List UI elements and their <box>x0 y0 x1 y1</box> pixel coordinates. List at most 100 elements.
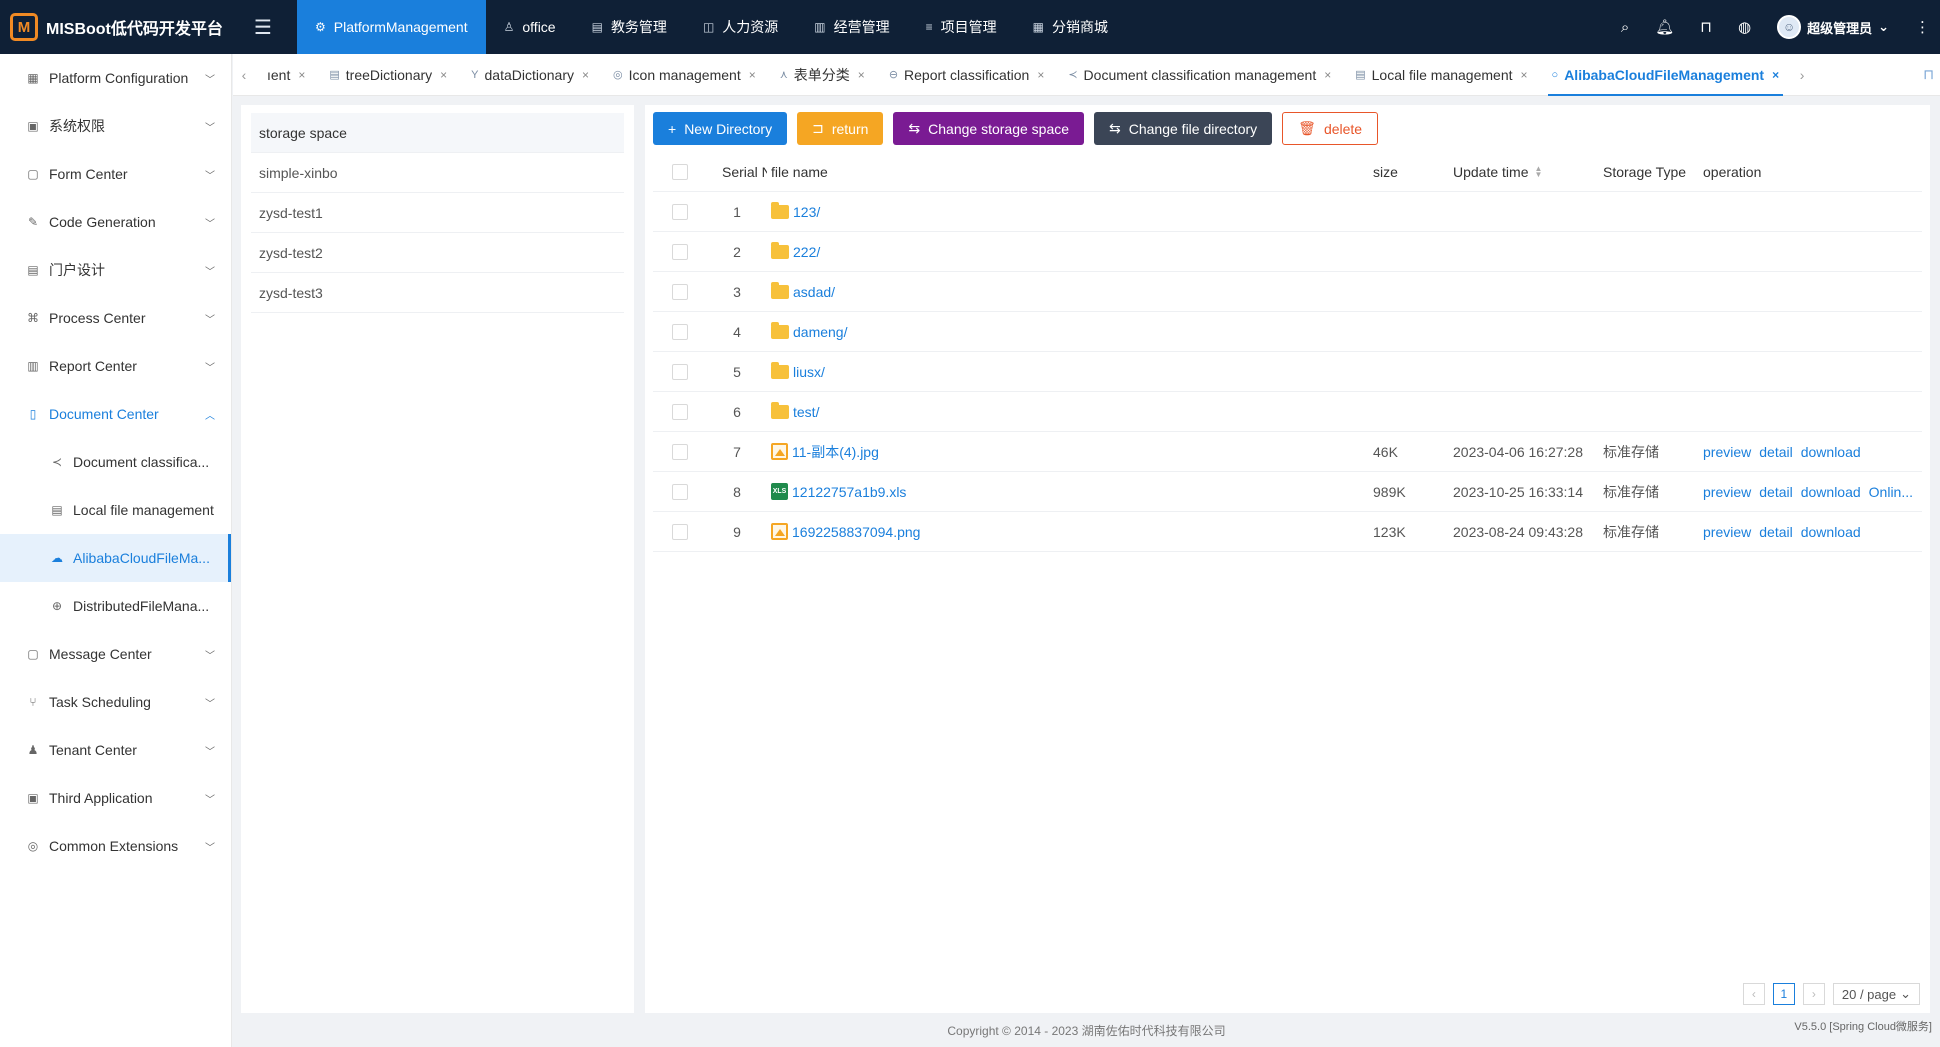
storage-space-item[interactable]: zysd-test3 <box>251 273 624 313</box>
sidebar-item-6[interactable]: ▥ Report Center ﹀ <box>0 342 231 390</box>
sidebar-item-5[interactable]: ⌘ Process Center ﹀ <box>0 294 231 342</box>
file-name-link[interactable]: 123/ <box>793 204 820 220</box>
tab-8[interactable]: ○ AlibabaCloudFileManagement × <box>1540 54 1792 96</box>
sidebar-item-10[interactable]: ☁ AlibabaCloudFileMa... <box>0 534 231 582</box>
sidebar-item-13[interactable]: ⑂ Task Scheduling ﹀ <box>0 678 231 726</box>
page-number[interactable]: 1 <box>1772 983 1795 1005</box>
search-icon[interactable]: ⌕ <box>1621 19 1629 36</box>
lock-icon[interactable]: ⊓ <box>1923 66 1934 83</box>
topnav-item-3[interactable]: ◫ 人力资源 <box>685 0 796 54</box>
tab-3[interactable]: ◎ Icon management × <box>601 54 768 96</box>
sidebar-item-3[interactable]: ✎ Code Generation ﹀ <box>0 198 231 246</box>
file-name-link[interactable]: dameng/ <box>793 324 847 340</box>
tab-7[interactable]: ▤ Local file management × <box>1343 54 1539 96</box>
sidebar-item-9[interactable]: ▤ Local file management <box>0 486 231 534</box>
globe-icon[interactable]: ◍ <box>1738 18 1751 36</box>
file-name-link[interactable]: 1692258837094.png <box>792 524 920 540</box>
tab-1[interactable]: ▤ treeDictionary × <box>317 54 459 96</box>
sidebar-item-7[interactable]: ▯ Document Center ︿ <box>0 390 231 438</box>
sidebar-item-16[interactable]: ◎ Common Extensions ﹀ <box>0 822 231 870</box>
close-icon[interactable]: × <box>440 68 447 82</box>
preview-link[interactable]: preview <box>1703 444 1751 460</box>
detail-link[interactable]: detail <box>1759 524 1792 540</box>
sidebar-item-2[interactable]: ▢ Form Center ﹀ <box>0 150 231 198</box>
file-name-link[interactable]: 12122757a1b9.xls <box>792 484 906 500</box>
topnav-item-4[interactable]: ▥ 经营管理 <box>796 0 907 54</box>
detail-link[interactable]: detail <box>1759 444 1792 460</box>
topnav-item-2[interactable]: ▤ 教务管理 <box>574 0 685 54</box>
storage-space-item[interactable]: zysd-test2 <box>251 233 624 273</box>
change-storage-space-button[interactable]: ⇆ Change storage space <box>893 112 1085 145</box>
tab-2[interactable]: YdataDictionary × <box>459 54 601 96</box>
row-checkbox[interactable] <box>672 203 688 220</box>
return-button[interactable]: ⊐ return <box>797 112 884 145</box>
sidebar-item-14[interactable]: ♟ Tenant Center ﹀ <box>0 726 231 774</box>
file-name-link[interactable]: asdad/ <box>793 284 835 300</box>
row-checkbox[interactable] <box>672 323 688 340</box>
new-directory-button[interactable]: + New Directory <box>653 112 788 145</box>
close-icon[interactable]: × <box>1521 68 1528 82</box>
close-icon[interactable]: × <box>749 68 756 82</box>
app-logo[interactable]: M MISBoot低代码开发平台 <box>10 0 235 54</box>
tab-6[interactable]: ≺ Document classification management × <box>1056 54 1343 96</box>
file-name-link[interactable]: test/ <box>793 404 819 420</box>
sidebar-item-icon: ▤ <box>27 263 39 277</box>
sidebar-item-12[interactable]: ▢ Message Center ﹀ <box>0 630 231 678</box>
page-size-select[interactable]: 20 / page ⌄ <box>1832 983 1920 1005</box>
preview-link[interactable]: preview <box>1703 524 1751 540</box>
sidebar-item-15[interactable]: ▣ Third Application ﹀ <box>0 774 231 822</box>
next-page-icon[interactable]: › <box>1802 983 1825 1005</box>
file-name-link[interactable]: 222/ <box>793 244 820 260</box>
detail-link[interactable]: detail <box>1759 484 1792 500</box>
select-all-checkbox[interactable] <box>672 163 688 180</box>
download-link[interactable]: download <box>1801 484 1861 500</box>
row-checkbox[interactable] <box>672 443 688 460</box>
tab-5[interactable]: ⊖ Report classification × <box>877 54 1057 96</box>
sidebar-item-4[interactable]: ▤ 门户设计 ﹀ <box>0 246 231 294</box>
file-list-panel: + New Directory ⊐ return ⇆ Change storag… <box>645 105 1930 1013</box>
row-checkbox[interactable] <box>672 483 688 500</box>
sidebar-item-0[interactable]: ▦ Platform Configuration ﹀ <box>0 54 231 102</box>
close-icon[interactable]: × <box>858 68 865 82</box>
bell-icon[interactable]: 🔔︎ <box>1655 18 1674 36</box>
preview-link[interactable]: preview <box>1703 484 1751 500</box>
sidebar-item-label: Document classifica... <box>73 454 210 470</box>
download-link[interactable]: download <box>1801 444 1861 460</box>
onlin-link[interactable]: Onlin... <box>1869 484 1913 500</box>
row-checkbox[interactable] <box>672 363 688 380</box>
close-icon[interactable]: × <box>1772 68 1779 82</box>
row-checkbox[interactable] <box>672 243 688 260</box>
close-icon[interactable]: × <box>1324 68 1331 82</box>
tabs-scroll-left-icon[interactable]: ‹ <box>233 67 255 83</box>
tab-4[interactable]: ⋏ 表单分类 × <box>768 54 877 96</box>
topnav-item-6[interactable]: ▦ 分销商城 <box>1015 0 1126 54</box>
menu-toggle-icon[interactable]: ☰ <box>250 14 276 40</box>
row-checkbox[interactable] <box>672 403 688 420</box>
sidebar-item-8[interactable]: ≺ Document classifica... <box>0 438 231 486</box>
more-icon[interactable]: ⋮ <box>1915 18 1930 36</box>
lock-icon[interactable]: ⊓ <box>1700 18 1712 36</box>
topnav-item-5[interactable]: ≡ 项目管理 <box>908 0 1015 54</box>
topnav-item-0[interactable]: ⚙ PlatformManagement <box>297 0 486 54</box>
prev-page-icon[interactable]: ‹ <box>1742 983 1765 1005</box>
tabs-scroll-right-icon[interactable]: › <box>1791 67 1813 83</box>
close-icon[interactable]: × <box>582 68 589 82</box>
col-update-time[interactable]: Update time ▲ ▼ <box>1453 164 1603 180</box>
file-name-link[interactable]: liusx/ <box>793 364 825 380</box>
sidebar-item-1[interactable]: ▣ 系统权限 ﹀ <box>0 102 231 150</box>
storage-space-item[interactable]: zysd-test1 <box>251 193 624 233</box>
sidebar-item-11[interactable]: ⊕ DistributedFileMana... <box>0 582 231 630</box>
close-icon[interactable]: × <box>298 68 305 82</box>
file-name-link[interactable]: 11-副本(4).jpg <box>792 442 879 462</box>
user-menu[interactable]: ☺ 超级管理员 ⌄ <box>1777 15 1889 39</box>
topnav-item-1[interactable]: ♙ office <box>486 0 574 54</box>
change-file-directory-button[interactable]: ⇆ Change file directory <box>1094 112 1273 145</box>
delete-button[interactable]: 🗑︎ delete <box>1282 112 1379 145</box>
tab-0[interactable]: ıent × <box>255 54 317 96</box>
row-checkbox[interactable] <box>672 283 688 300</box>
close-icon[interactable]: × <box>1037 68 1044 82</box>
storage-space-item[interactable]: simple-xinbo <box>251 153 624 193</box>
row-checkbox[interactable] <box>672 523 688 540</box>
sort-icon[interactable]: ▲ ▼ <box>1534 164 1542 178</box>
download-link[interactable]: download <box>1801 524 1861 540</box>
